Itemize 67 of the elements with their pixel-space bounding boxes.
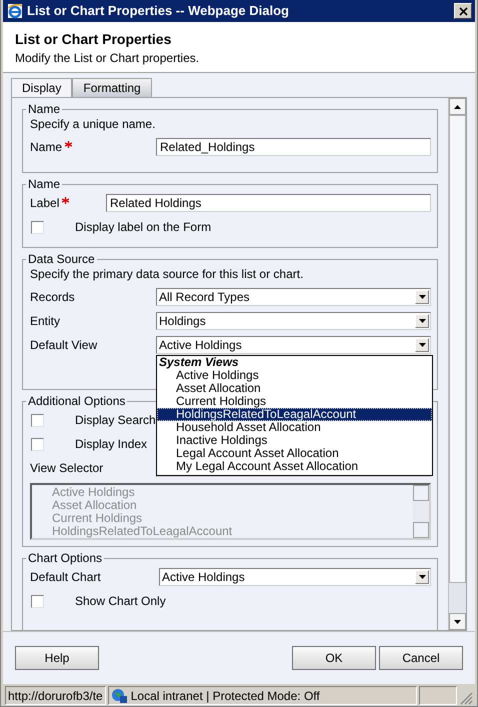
- dropdown-field[interactable]: Holdings: [156, 312, 431, 330]
- caret-icon: [418, 319, 426, 323]
- dialog-title: List or Chart Properties: [15, 31, 172, 47]
- dropdown-field[interactable]: All Record Types: [156, 288, 431, 306]
- section-description: Specify a unique name.: [30, 117, 156, 131]
- menu-item[interactable]: Household Asset Allocation: [157, 421, 432, 434]
- menu-group-header: System Views: [158, 356, 240, 369]
- section-legend: Name: [26, 177, 62, 191]
- field-label: View Selector: [30, 461, 104, 475]
- field-label: Default View: [30, 338, 98, 352]
- field-label: Label: [30, 196, 60, 210]
- caret-icon: [418, 295, 426, 299]
- section-legend: Chart Options: [26, 551, 104, 565]
- scroll-up-icon: [454, 104, 461, 108]
- checkbox[interactable]: [31, 438, 44, 450]
- menu-item[interactable]: Asset Allocation: [157, 382, 432, 395]
- section-legend: Name: [26, 102, 62, 116]
- dropdown-value: Active Holdings: [159, 338, 243, 352]
- scroll-down-icon: [454, 620, 461, 624]
- dialog-subtitle: Modify the List or Chart properties.: [15, 51, 200, 65]
- section-description: Specify the primary data source for this list or chart.: [30, 267, 304, 281]
- tab[interactable]: Formatting: [72, 78, 152, 97]
- close-icon: [458, 6, 468, 16]
- dialog-button[interactable]: OK: [292, 646, 376, 670]
- list-item: Asset Allocation: [52, 499, 138, 512]
- menu-item[interactable]: Inactive Holdings: [157, 434, 432, 447]
- status-url: http://dorurofb3/te: [8, 688, 103, 702]
- field-label: Default Chart: [30, 570, 102, 584]
- dialog-button[interactable]: Cancel: [379, 646, 463, 670]
- checkbox-label: Show Chart Only: [75, 594, 166, 608]
- status-zone: Local intranet | Protected Mode: Off: [130, 688, 320, 702]
- section-legend: Data Source: [26, 252, 97, 266]
- menu-item[interactable]: Current Holdings: [157, 395, 432, 408]
- caret-icon: [418, 343, 426, 347]
- text-field[interactable]: Related Holdings: [106, 194, 431, 212]
- list-item: Active Holdings: [52, 486, 136, 499]
- checkbox[interactable]: [31, 220, 44, 234]
- browser-icon: [7, 3, 23, 19]
- resize-grip-icon: [459, 691, 473, 705]
- field-label: Records: [30, 290, 76, 304]
- dropdown-value: Holdings: [159, 314, 207, 328]
- list-item: Current Holdings: [52, 512, 144, 525]
- caret-icon: [418, 575, 426, 579]
- list-item: HoldingsRelatedToLeagalAccount: [52, 525, 234, 538]
- globe-icon: [110, 688, 127, 704]
- menu-item[interactable]: HoldingsRelatedToLeagalAccount: [157, 408, 432, 421]
- dropdown-value: Active Holdings: [162, 570, 246, 584]
- tab[interactable]: Display: [11, 78, 72, 97]
- checkbox-label: Display Index: [75, 437, 148, 451]
- menu-item[interactable]: My Legal Account Asset Allocation: [157, 460, 432, 473]
- dropdown-value: All Record Types: [159, 290, 250, 304]
- field-label: Entity: [30, 314, 62, 328]
- menu-item[interactable]: Legal Account Asset Allocation: [157, 447, 432, 460]
- close-button[interactable]: [454, 3, 472, 19]
- section-legend: Additional Options: [26, 394, 128, 408]
- scrollbar[interactable]: [448, 98, 466, 630]
- text-field[interactable]: Related_Holdings: [156, 138, 431, 156]
- checkbox[interactable]: [31, 414, 44, 426]
- menu-item[interactable]: Active Holdings: [157, 369, 432, 382]
- checkbox[interactable]: [31, 594, 44, 608]
- field-label: Name: [30, 140, 62, 154]
- checkbox-label: Display Search: [75, 413, 156, 427]
- checkbox-label: Display label on the Form: [75, 220, 212, 234]
- help-button[interactable]: Help: [15, 646, 99, 670]
- window-title: List or Chart Properties -- Webpage Dialog: [27, 4, 290, 18]
- dropdown-field[interactable]: Active Holdings: [159, 568, 431, 586]
- scroll-thumb[interactable]: [449, 115, 466, 583]
